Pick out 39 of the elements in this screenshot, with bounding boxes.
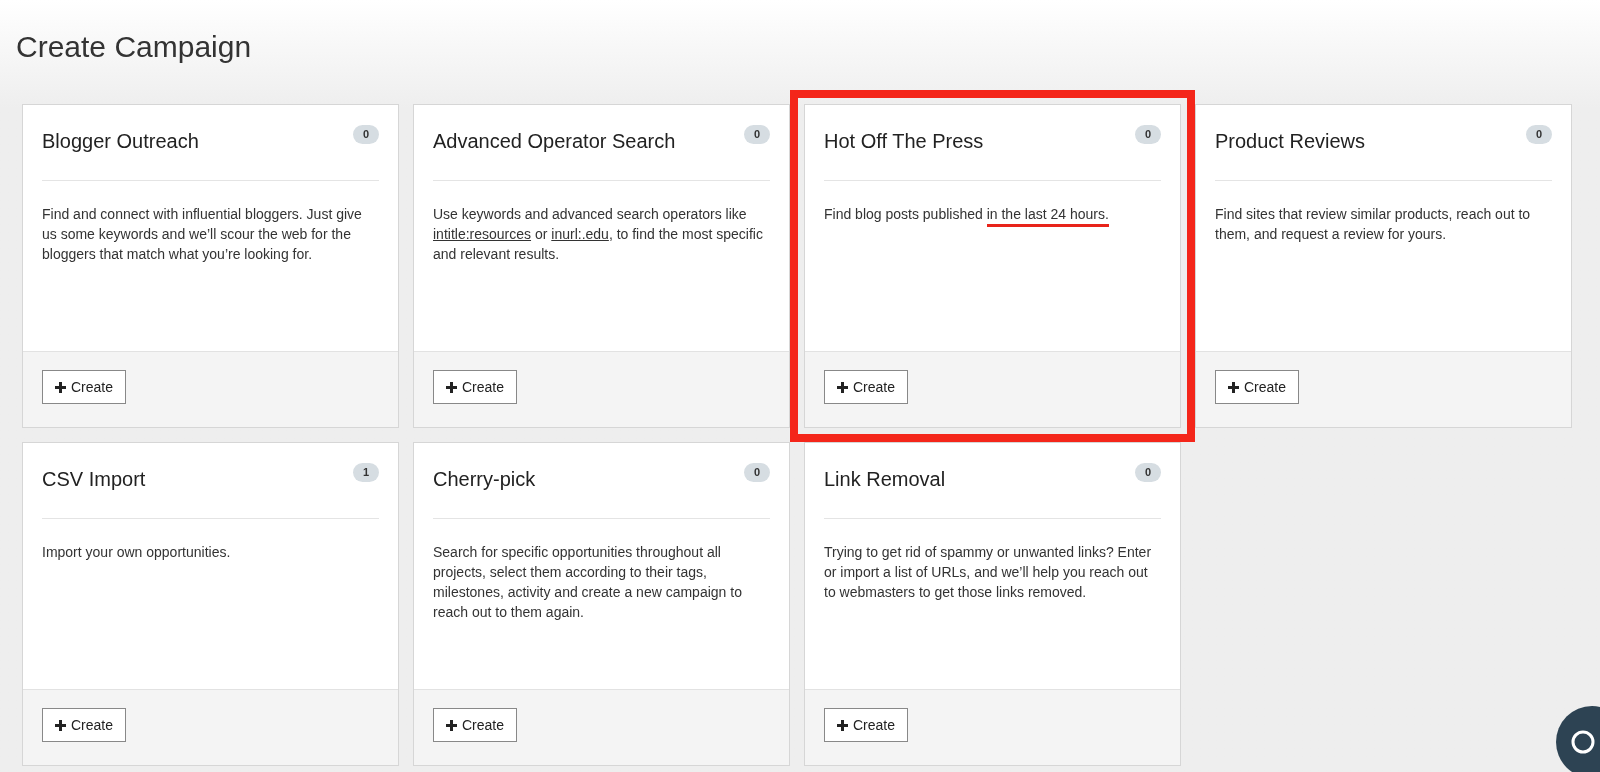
card-description: Import your own opportunities.	[42, 543, 232, 562]
plus-icon	[837, 719, 848, 731]
card-title: Cherry-pick	[433, 467, 536, 492]
count-badge: 0	[743, 125, 770, 144]
create-button[interactable]: Create	[824, 370, 909, 404]
create-button[interactable]: Create	[42, 708, 127, 742]
count-badge: 0	[743, 463, 770, 482]
card-description: Find sites that review similar products, reach out to them, and request a review for yours.	[1215, 205, 1532, 244]
count-badge: 0	[1525, 125, 1552, 144]
card-title: CSV Import	[42, 467, 146, 492]
card-title: Link Removal	[824, 467, 946, 492]
plus-icon	[1228, 381, 1239, 393]
card-title: Advanced Operator Search	[433, 129, 676, 154]
card-title: Blogger Outreach	[42, 129, 199, 154]
plus-icon	[55, 381, 66, 393]
plus-icon	[446, 719, 457, 731]
create-button[interactable]: Create	[42, 370, 127, 404]
chat-icon	[1570, 729, 1596, 755]
plus-icon	[446, 381, 457, 393]
create-button[interactable]: Create	[433, 708, 518, 742]
card-description: Find and connect with influential bloggers. Just give us some keywords and we’ll scour the web for the bloggers that match what you’re looking for.	[42, 205, 363, 264]
create-button[interactable]: Create	[824, 708, 909, 742]
card-description: Find blog posts published in the last 24 hours.	[824, 204, 1161, 224]
count-badge: 1	[352, 463, 379, 482]
create-button[interactable]: Create	[433, 370, 518, 404]
card-title: Hot Off The Press	[824, 129, 984, 154]
count-badge: 0	[1134, 125, 1161, 144]
operator-link[interactable]: inurl:.edu	[551, 226, 609, 242]
count-badge: 0	[1134, 463, 1161, 482]
count-badge: 0	[352, 125, 379, 144]
operator-link[interactable]: intitle:resources	[433, 226, 532, 242]
card-description: Use keywords and advanced search operators like intitle:resources or inurl:.edu, to find the most specific and relevant results.	[433, 205, 764, 264]
card-description: Search for specific opportunities throughout all projects, select them according to their tags, milestones, activity and create a new campaign to reach out to them again.	[433, 543, 743, 622]
card-description: Trying to get rid of spammy or unwanted links? Enter or import a list of URLs, and we’ll help you reach out to webmasters to get those links removed.	[824, 543, 1153, 602]
create-button[interactable]: Create	[1215, 370, 1300, 404]
plus-icon	[55, 719, 66, 731]
page-title: Create Campaign	[15, 29, 253, 65]
card-title: Product Reviews	[1215, 129, 1366, 154]
plus-icon	[837, 381, 848, 393]
